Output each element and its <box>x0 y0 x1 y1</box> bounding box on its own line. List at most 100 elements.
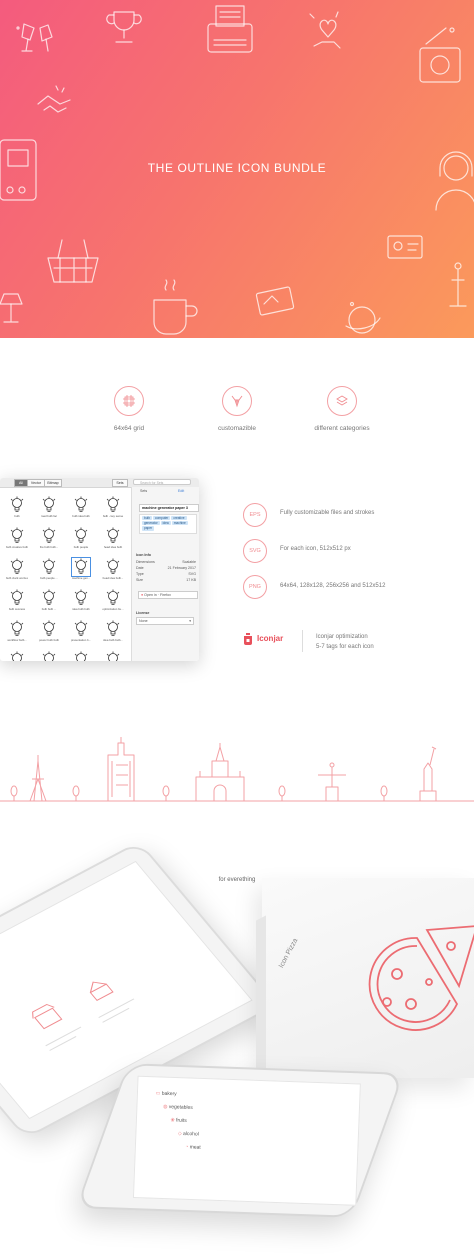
christ-statue-icon <box>318 762 346 802</box>
bulb-icon <box>71 557 91 577</box>
icon-grid-label: presentation b... <box>70 638 92 642</box>
size-selector[interactable]: Sets <box>112 479 128 487</box>
icon-grid-label: head idea bulb... <box>102 576 124 580</box>
tag-chip[interactable]: idea <box>160 521 171 526</box>
cake-icon <box>89 981 114 1002</box>
icon-grid-label: bulb success <box>8 607 26 611</box>
tree-icon <box>162 785 170 801</box>
icon-grid-item[interactable]: bulb people <box>70 527 92 555</box>
icon-grid-item[interactable]: fire bulb bulb... <box>38 527 60 555</box>
tab-vector[interactable]: Vector <box>27 479 45 487</box>
tab-all[interactable]: All <box>14 479 28 487</box>
license-value: None <box>139 619 148 623</box>
info-value: 21 February 2017 <box>167 566 196 570</box>
open-in-button[interactable]: ● Open in · Firefox <box>138 591 198 599</box>
list-item-label: bakery <box>161 1090 177 1098</box>
icon-grid-item[interactable]: cigarette bulb <box>6 651 28 661</box>
eiffel-tower-icon <box>29 755 47 802</box>
tab-sets[interactable]: Sets <box>140 489 147 493</box>
icon-grid-item[interactable]: bulb idea bulb <box>70 496 92 524</box>
icon-grid-label: fire bulb bulb... <box>39 545 59 549</box>
icon-grid-item[interactable]: power bulb <box>70 651 92 661</box>
handshake-icon <box>37 85 71 113</box>
icon-grid-item[interactable]: bulb people ... <box>38 558 60 586</box>
phone-device: ▭ bakery ◍ vegetables ❀ fruits ◇ alcohol… <box>75 1063 405 1218</box>
bulb-icon <box>72 527 90 545</box>
tag-chip[interactable]: machine <box>171 521 188 526</box>
icon-grid-item[interactable]: idea bulb bulb... <box>102 620 124 648</box>
icon-grid-item[interactable]: bulb bulb ... <box>38 589 60 617</box>
tab-edit[interactable]: Edit <box>178 489 184 493</box>
icon-grid-item[interactable]: optimization bu... <box>102 589 124 617</box>
customize-icon <box>222 386 252 416</box>
photos-icon <box>255 286 295 316</box>
info-value: SVG <box>188 572 196 576</box>
tab-bitmap[interactable]: Bitmap <box>44 479 62 487</box>
tag-chip[interactable]: computer <box>153 516 171 521</box>
bulb-icon <box>104 620 122 638</box>
radio-icon <box>419 27 461 83</box>
list-item-label: fruits <box>175 1117 187 1124</box>
icon-name-field[interactable]: machine generator paper 3 <box>139 504 199 512</box>
icon-grid-item[interactable]: power bulb bulb <box>38 620 60 648</box>
tag-chip[interactable]: creative <box>171 516 187 521</box>
icon-grid-item[interactable]: machine gen... <box>70 557 92 586</box>
icon-grid-label: bulb bulb ... <box>41 607 57 611</box>
trophy-icon <box>106 11 142 43</box>
toast-icon <box>16 23 53 52</box>
bulb-icon <box>104 527 122 545</box>
icon-grid-item[interactable]: bulb - key sense <box>102 496 124 524</box>
bulb-icon <box>40 496 58 514</box>
bulb-icon <box>104 496 122 514</box>
tag-chip[interactable]: bulb <box>142 516 153 521</box>
icon-grid-label: power bulb bulb <box>39 638 59 642</box>
png-text: 64x64, 128x128, 256x256 and 512x512 <box>280 583 386 589</box>
icon-grid-item[interactable]: head idea bulb... <box>102 558 124 586</box>
iconjar-line1: Iconjar optimization <box>316 634 368 640</box>
icon-grid-label: bulb creative bulb <box>6 545 28 549</box>
search-input[interactable]: Search for Sets <box>133 479 191 485</box>
icon-grid-item[interactable]: bulb clock worried <box>6 558 28 586</box>
icon-grid-item[interactable]: road bulb fac <box>38 496 60 524</box>
icon-grid-item[interactable]: head idea bulb <box>102 527 124 555</box>
list-item: ◍ vegetables <box>155 1101 202 1116</box>
bulb-icon <box>8 527 26 545</box>
license-select[interactable]: None ▾ <box>136 617 194 625</box>
icon-grid-item[interactable]: bulb creative bulb <box>6 527 28 555</box>
feature-categories: different categories <box>292 386 392 432</box>
inspector-panel: Sets Edit machine generator paper 3 bulb… <box>131 487 199 661</box>
icon-grid-label: road bulb fac <box>40 514 58 518</box>
icon-grid-item[interactable]: target bulb ... <box>102 651 124 661</box>
tags-field[interactable]: bulb computer creative generator idea machine… <box>139 514 197 534</box>
bulb-icon <box>72 651 90 661</box>
tag-chip[interactable]: generator <box>142 521 160 526</box>
eps-badge: EPS <box>243 503 267 527</box>
bulb-icon <box>104 589 122 607</box>
info-key: Type <box>136 572 144 576</box>
chevron-down-icon: ▾ <box>189 619 191 623</box>
skyline-illustration <box>0 735 474 805</box>
mannequin-icon <box>449 262 467 307</box>
icon-grid-item[interactable]: bulb success <box>6 589 28 617</box>
iconjar-line2: 5-7 tags for each icon <box>316 644 374 650</box>
icon-grid-item[interactable]: presentation b... <box>70 620 92 648</box>
icon-grid-label: bulb <box>14 514 20 518</box>
bulb-icon <box>8 620 26 638</box>
icon-grid-item[interactable]: bulb <box>6 496 28 524</box>
iconjar-logo-icon <box>243 632 253 645</box>
icon-grid-item[interactable]: idea bulb bulb <box>70 589 92 617</box>
divider <box>302 630 303 652</box>
store-icon <box>32 1003 63 1030</box>
bulb-icon <box>72 589 90 607</box>
tree-icon <box>380 785 388 801</box>
heart-hand-icon <box>309 11 341 49</box>
icon-grid-label: bulb people <box>73 545 89 549</box>
icon-grid-item[interactable]: workflow bulb... <box>6 620 28 648</box>
list-item: ◔ meat <box>153 1140 201 1155</box>
bulb-icon <box>72 620 90 638</box>
pizza-box: Icon Pizza <box>256 878 474 1091</box>
bulb-icon <box>40 620 58 638</box>
layers-icon <box>327 386 357 416</box>
tag-chip[interactable]: paper <box>142 526 155 531</box>
icon-grid-item[interactable]: plant bulb <box>38 651 60 661</box>
